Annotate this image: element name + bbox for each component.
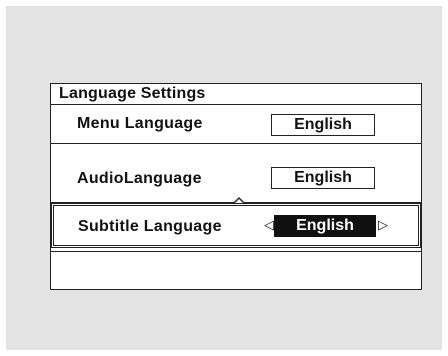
audio-language-label: AudioLanguage — [77, 170, 202, 187]
bottom-divider — [51, 251, 421, 252]
language-settings-dialog: Language Settings Menu Language English … — [50, 83, 422, 290]
menu-language-row[interactable]: Menu Language English — [51, 105, 421, 144]
menu-language-label: Menu Language — [77, 115, 203, 132]
audio-language-row[interactable]: AudioLanguage English — [51, 144, 421, 199]
menu-language-value[interactable]: English — [271, 114, 375, 136]
audio-language-value[interactable]: English — [271, 167, 375, 189]
dialog-title: Language Settings — [51, 84, 421, 105]
left-arrow-icon[interactable]: ◁ — [264, 219, 274, 233]
subtitle-language-value[interactable]: English — [274, 215, 376, 237]
tv-screen: Language Settings Menu Language English … — [6, 6, 442, 350]
caret-up-icon-fill — [234, 199, 244, 204]
subtitle-language-row[interactable]: Subtitle Language ◁ English ▷ — [53, 205, 419, 246]
subtitle-language-label: Subtitle Language — [78, 218, 222, 235]
right-arrow-icon[interactable]: ▷ — [378, 219, 388, 233]
